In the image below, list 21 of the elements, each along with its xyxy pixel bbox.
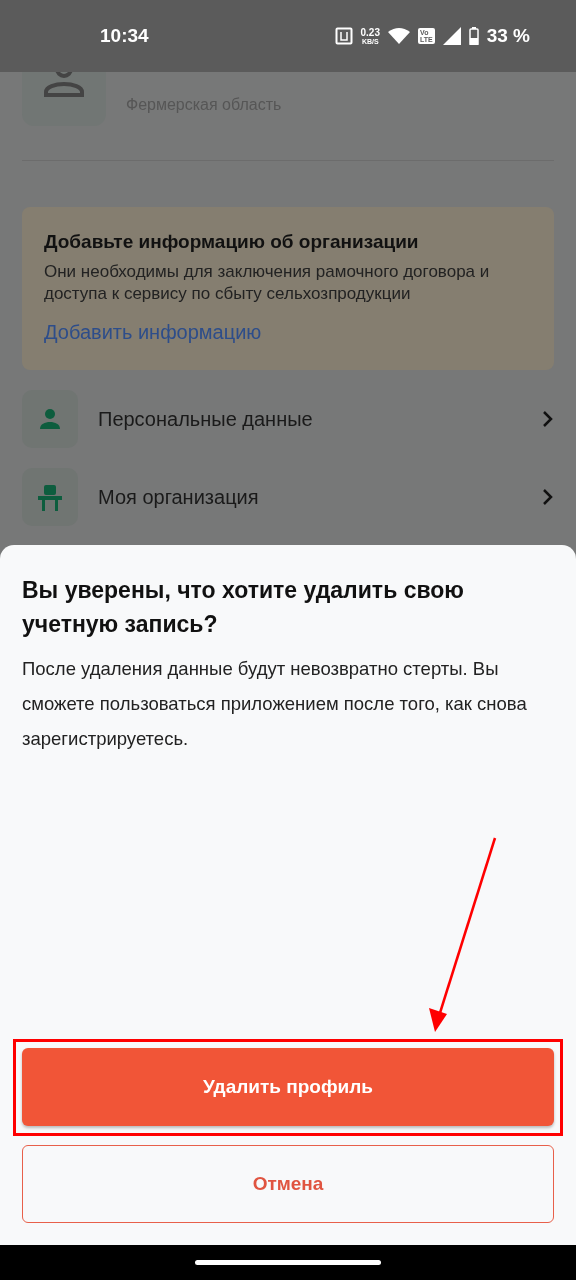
chevron-right-icon: [542, 410, 554, 428]
cancel-button[interactable]: Отмена: [22, 1145, 554, 1223]
battery-level: 33 %: [486, 25, 530, 47]
add-info-link[interactable]: Добавить информацию: [44, 321, 532, 344]
status-time: 10:34: [100, 25, 150, 47]
wifi-icon: [388, 28, 410, 44]
battery-icon: [468, 27, 479, 45]
chair-icon: [36, 483, 64, 511]
speed-value: 0.23: [360, 27, 380, 38]
nfc-icon: [334, 27, 353, 45]
delete-button[interactable]: Удалить профиль: [22, 1048, 554, 1126]
signal-icon: [442, 27, 461, 45]
home-handle[interactable]: [195, 1260, 381, 1265]
card-text: Они необходимы для заключения рамочного договора и доступа к сервису по сбыту сельхозпродукции: [44, 261, 491, 305]
card-title: Добавьте информацию об организации: [44, 231, 420, 253]
chevron-right-icon: [542, 488, 554, 506]
menu-item[interactable]: Персональные данные: [98, 407, 522, 431]
dialog-text: После удаления данные будут невозвратно стерты. Вы сможете пользоваться приложением после того, как снова зарегистрируетесь.: [22, 657, 528, 751]
person-icon: [38, 407, 62, 431]
menu-item[interactable]: Моя организация: [98, 485, 522, 509]
dialog-title: Вы уверены, что хотите удалить свою учетную запись?: [22, 576, 465, 639]
